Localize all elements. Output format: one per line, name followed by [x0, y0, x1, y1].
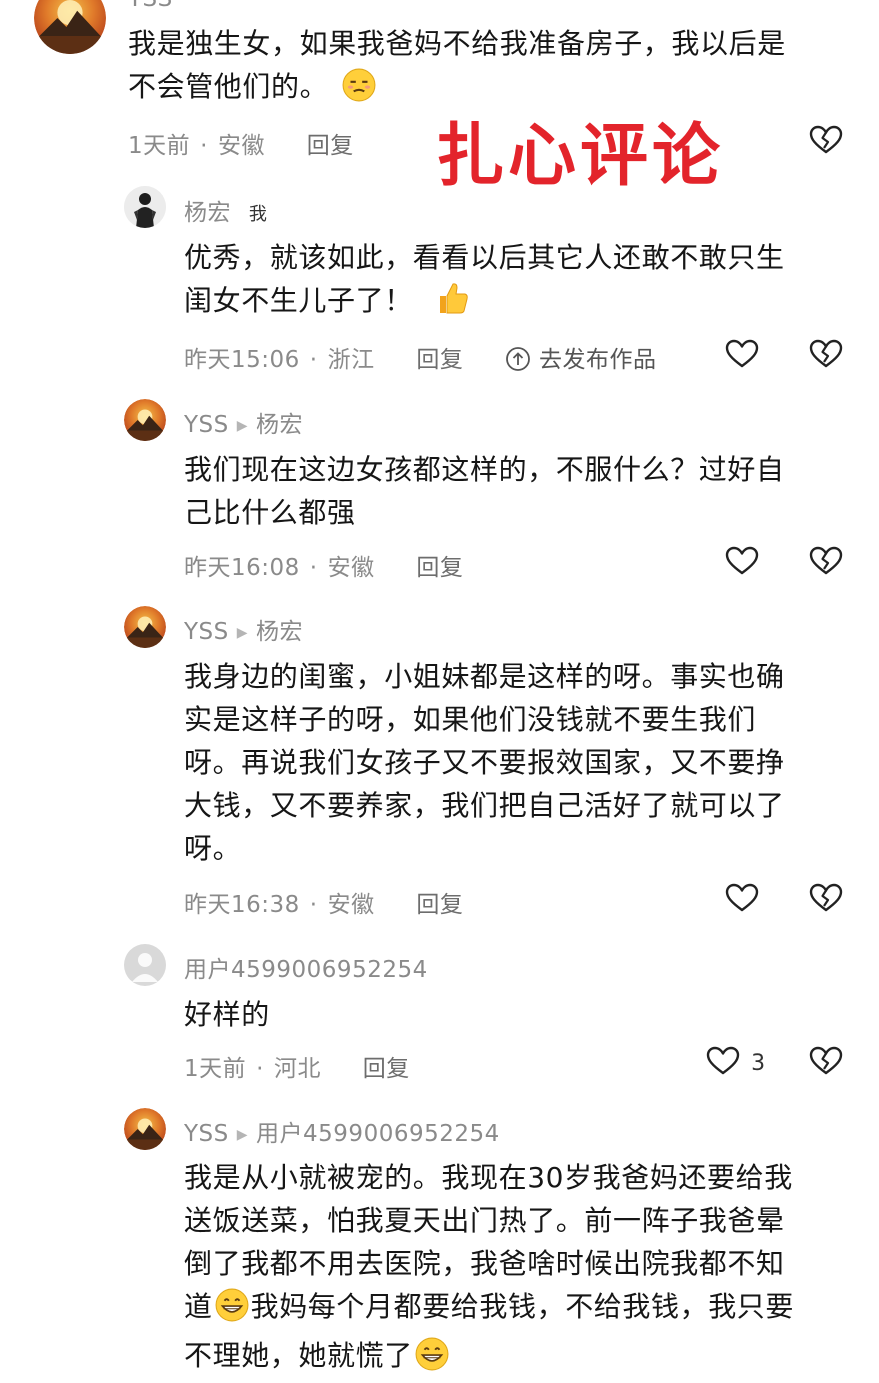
commenter-name: YSS ▶ 用户4599006952254	[184, 1114, 500, 1148]
comment-line-text: 闺女不生儿子了！	[184, 284, 413, 317]
reply-to-name[interactable]: 杨宏	[256, 619, 303, 645]
comment-time: 昨天16:08	[184, 555, 300, 581]
reply-button[interactable]: 回复	[363, 1056, 410, 1082]
overlay-title: 扎心评论	[436, 117, 725, 196]
commenter-name-text[interactable]: YSS	[184, 1121, 229, 1147]
comment-line: 道 我妈每个月都要给我钱，不给我钱，我只要	[184, 1285, 874, 1334]
sunset-avatar	[124, 606, 166, 648]
reply-arrow-icon: ▶	[236, 1127, 249, 1143]
sunset-avatar	[34, 0, 106, 54]
comment-location: 安徽	[327, 892, 375, 918]
comment-text: 我是从小就被宠的。我现在30岁我爸妈还要给我 送饭送菜，怕我夏天出门热了。前一阵…	[184, 1156, 874, 1383]
comment-text: 我身边的闺蜜，小姐妹都是这样的呀。事实也确 实是这样子的呀，如果他们没钱就不要生…	[184, 655, 864, 870]
comment-line-text: 我妈每个月都要给我钱，不给我钱，我只要	[250, 1290, 795, 1323]
comment-line: 好样的	[184, 998, 270, 1031]
avatar[interactable]	[124, 186, 166, 228]
commenter-name: YSS ▶ 杨宏	[184, 612, 303, 646]
reply-button[interactable]: 回复	[416, 555, 463, 581]
comment-meta: 昨天16:08 · 安徽 回复	[184, 555, 464, 581]
heart-icon[interactable]	[725, 546, 759, 576]
comment-time: 1天前	[184, 1056, 247, 1082]
comment-location: 安徽	[217, 133, 265, 159]
like-count: 3	[751, 1051, 766, 1076]
comment-location: 浙江	[327, 347, 375, 373]
heart-icon[interactable]	[725, 339, 759, 369]
comment-line-text: 不会管他们的。	[128, 70, 329, 103]
comment-line: 优秀，就该如此，看看以后其它人还敢不敢只生	[184, 241, 785, 274]
commenter-name-text[interactable]: YSS	[184, 619, 229, 645]
publish-work-button[interactable]: 去发布作品	[505, 347, 656, 373]
broken-heart-icon[interactable]	[809, 125, 843, 155]
comment-line: 倒了我都不用去医院，我爸啥时候出院我都不知	[184, 1247, 785, 1280]
comment-meta: 1天前 · 安徽 回复	[128, 133, 354, 159]
comment-line: 闺女不生儿子了！	[184, 279, 864, 328]
comment-line-text: 不理她，她就慌了	[184, 1339, 413, 1372]
reply-to-name[interactable]: 杨宏	[256, 412, 303, 438]
like-button[interactable]: 3	[706, 1046, 765, 1076]
reply-to-name[interactable]: 用户4599006952254	[256, 1121, 500, 1147]
comment-line: 呀。	[184, 832, 242, 865]
comment-text: 好样的	[184, 993, 864, 1036]
reply-arrow-icon: ▶	[236, 625, 249, 641]
grin-emoji	[414, 1337, 449, 1383]
reply-button[interactable]: 回复	[416, 347, 463, 373]
sunset-avatar	[124, 1108, 166, 1150]
reply-button[interactable]: 回复	[416, 892, 463, 918]
avatar[interactable]	[124, 606, 166, 648]
thumbs-up-emoji	[436, 280, 470, 328]
commenter-name-text: 杨宏	[184, 200, 231, 226]
avatar[interactable]	[124, 399, 166, 441]
author-badge: 我	[248, 204, 268, 225]
comment-line: 大钱，又不要养家，我们把自己活好了就可以了	[184, 789, 785, 822]
reply-arrow-icon: ▶	[236, 418, 249, 434]
broken-heart-icon[interactable]	[809, 1046, 843, 1076]
comment-line: 我是独生女，如果我爸妈不给我准备房子，我以后是	[128, 27, 786, 60]
sunset-avatar	[124, 399, 166, 441]
comment-line-text: 道	[184, 1290, 213, 1323]
default-avatar	[124, 944, 166, 986]
commenter-name[interactable]: YSS	[128, 0, 173, 12]
comment-line: 实是这样子的呀，如果他们没钱就不要生我们	[184, 703, 757, 736]
broken-heart-icon[interactable]	[809, 339, 843, 369]
comment-line: 我们现在这边女孩都这样的，不服什么？过好自	[184, 453, 785, 486]
heart-icon	[706, 1046, 740, 1076]
avatar[interactable]	[34, 0, 106, 54]
commenter-name[interactable]: 用户4599006952254	[184, 950, 428, 984]
comment-meta: 昨天16:38 · 安徽 回复	[184, 892, 464, 918]
commenter-name[interactable]: 杨宏 我	[184, 193, 267, 227]
comment-meta: 1天前 · 河北 回复	[184, 1056, 410, 1082]
comment-meta: 昨天15:06 · 浙江 回复 去发布作品	[184, 340, 657, 378]
publish-work-label: 去发布作品	[539, 347, 657, 373]
comment-line: 呀。再说我们女孩子又不要报效国家，又不要挣	[184, 746, 785, 779]
comment-line: 不理她，她就慌了	[184, 1334, 874, 1383]
comment-time: 昨天16:38	[184, 892, 300, 918]
comment-location: 河北	[273, 1056, 321, 1082]
comment-line: 送饭送菜，怕我夏天出门热了。前一阵子我爸晕	[184, 1204, 785, 1237]
comment-text: 我们现在这边女孩都这样的，不服什么？过好自 己比什么都强	[184, 448, 864, 534]
share-publish-icon	[505, 346, 531, 378]
comment-time: 昨天15:06	[184, 347, 300, 373]
heart-icon[interactable]	[725, 883, 759, 913]
avatar[interactable]	[124, 1108, 166, 1150]
comment-location: 安徽	[327, 555, 375, 581]
person-avatar	[124, 186, 166, 228]
grin-emoji	[214, 1288, 249, 1334]
broken-heart-icon[interactable]	[809, 546, 843, 576]
comment-time: 1天前	[128, 133, 191, 159]
commenter-name-text[interactable]: YSS	[184, 412, 229, 438]
smug-emoji	[342, 68, 376, 114]
reply-button[interactable]: 回复	[307, 133, 354, 159]
comment-line: 我是从小就被宠的。我现在30岁我爸妈还要给我	[184, 1161, 793, 1194]
broken-heart-icon[interactable]	[809, 883, 843, 913]
comment-line: 己比什么都强	[184, 496, 356, 529]
comment-line: 我身边的闺蜜，小姐妹都是这样的呀。事实也确	[184, 660, 785, 693]
comment-text: 优秀，就该如此，看看以后其它人还敢不敢只生 闺女不生儿子了！	[184, 236, 864, 328]
commenter-name: YSS ▶ 杨宏	[184, 405, 303, 439]
avatar[interactable]	[124, 944, 166, 986]
